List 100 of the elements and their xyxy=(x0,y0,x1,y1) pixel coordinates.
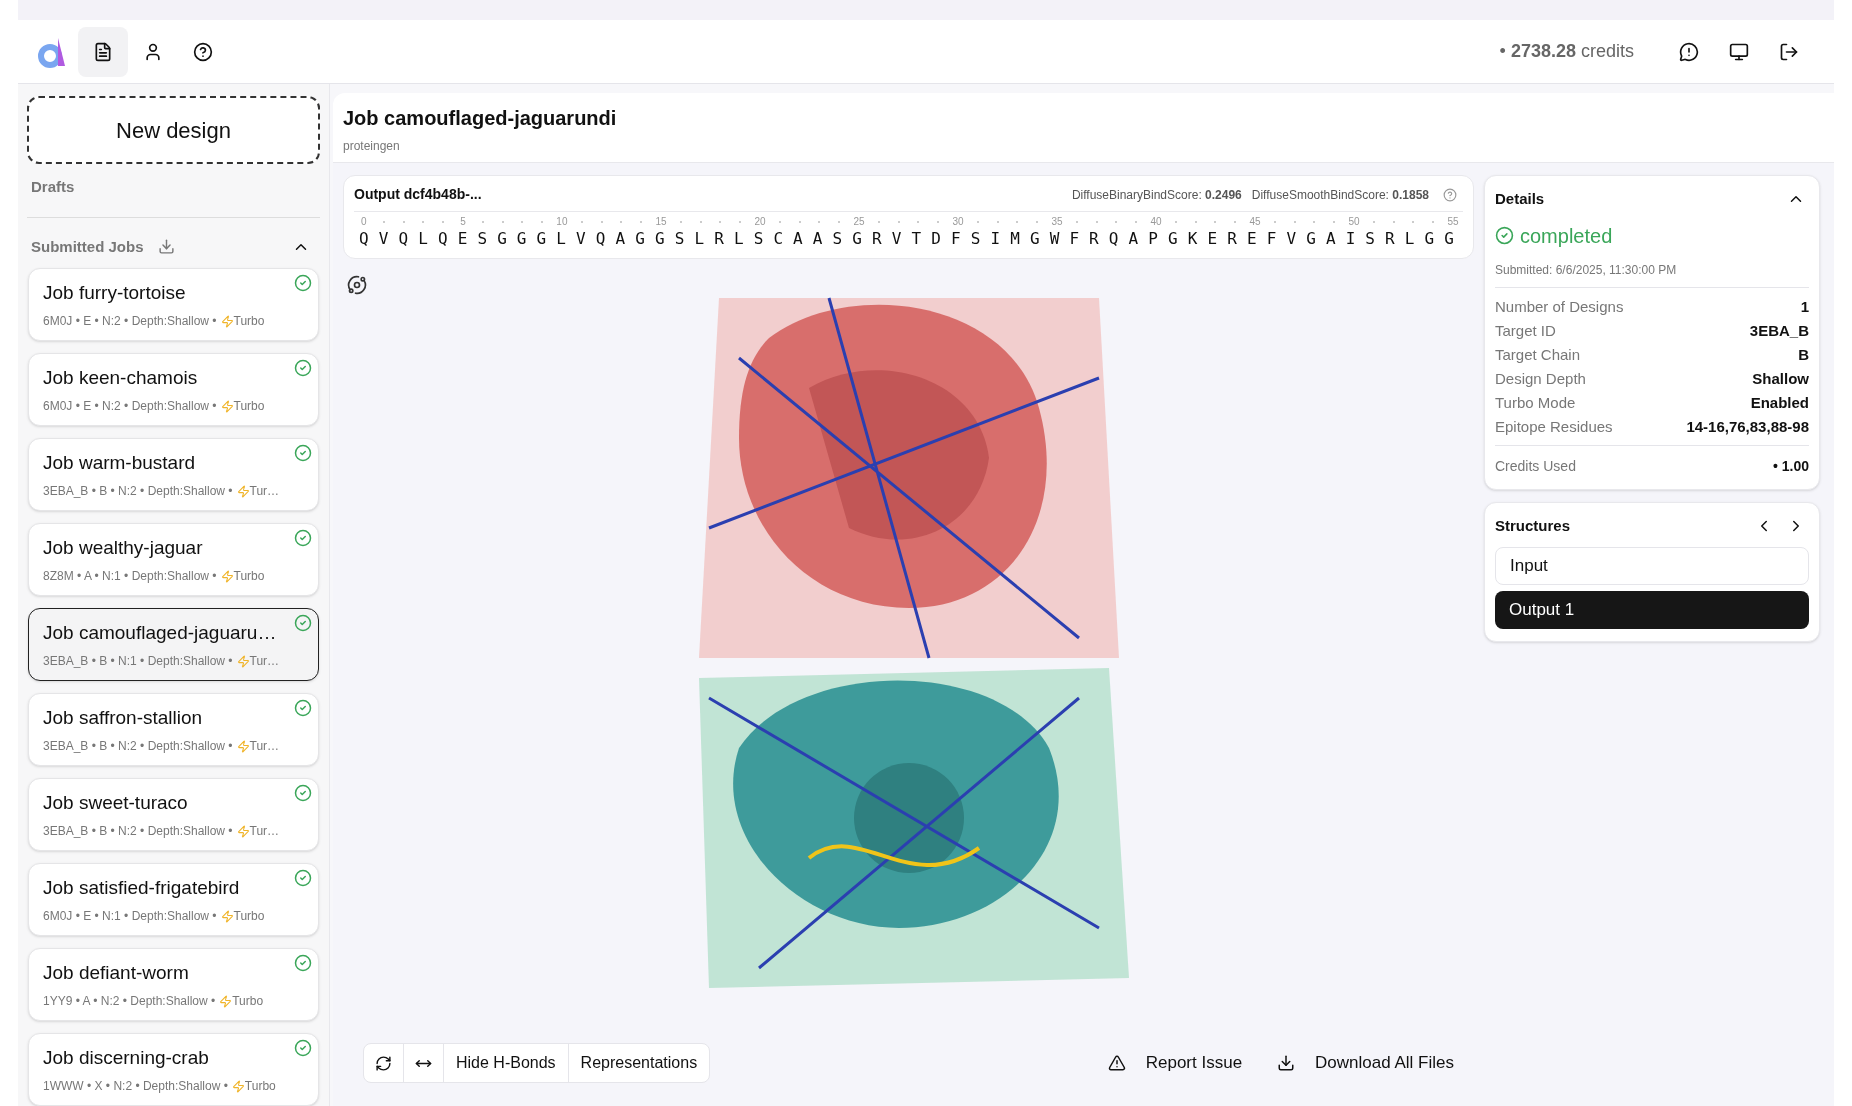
lightning-icon xyxy=(220,314,234,328)
check-icon xyxy=(294,869,312,887)
detail-label: Turbo Mode xyxy=(1495,392,1576,413)
check-icon xyxy=(294,529,312,547)
check-icon xyxy=(294,444,312,462)
download-icon[interactable] xyxy=(157,238,175,256)
job-card[interactable]: Job wealthy-jaguar 8Z8M • A • N:1 • Depth:Shallow • Turbo xyxy=(28,523,319,596)
refresh-icon xyxy=(375,1054,392,1072)
credits-balance: • 2738.28 credits xyxy=(1499,40,1634,63)
detail-value: 3EBA_B xyxy=(1749,320,1809,341)
job-card[interactable]: Job warm-bustard 3EBA_B • B • N:2 • Depth:Shallow • Tur… xyxy=(28,438,319,511)
toolbar-button[interactable]: Hide H-Bonds xyxy=(444,1044,569,1082)
action-button[interactable]: Download All Files xyxy=(1277,1050,1454,1076)
job-card[interactable]: Job saffron-stallion 3EBA_B • B • N:2 • Depth:Shallow • Tur… xyxy=(28,693,319,766)
job-meta: 3EBA_B • B • N:2 • Depth:Shallow • xyxy=(43,738,233,755)
job-meta: 6M0J • E • N:2 • Depth:Shallow • xyxy=(43,313,217,330)
job-meta: 1WWW • X • N:2 • Depth:Shallow • xyxy=(43,1078,228,1095)
turbo-label: Turbo xyxy=(244,1078,276,1095)
detail-label: Design Depth xyxy=(1495,368,1586,389)
output-title: Output dcf4b48b-... xyxy=(354,185,482,204)
section-title: Submitted Jobs xyxy=(31,236,144,257)
lightning-icon xyxy=(220,909,234,923)
sequence-text: QVQLQESGGGLVQAGGSLRLSCAASGRVTDFSIMGWFRQAPGKEREFVGAISRLGG xyxy=(358,228,1465,250)
detail-value: • 1.00 xyxy=(1772,456,1809,476)
check-icon xyxy=(1495,226,1514,245)
job-meta: 3EBA_B • B • N:2 • Depth:Shallow • xyxy=(43,483,233,500)
structure-item[interactable]: Output 1 xyxy=(1495,591,1809,629)
check-icon xyxy=(294,1039,312,1057)
ruler-number: 15 xyxy=(655,217,667,227)
ruler-number: 40 xyxy=(1150,217,1162,227)
warning-icon xyxy=(1107,1054,1126,1072)
lightning-icon xyxy=(236,739,250,753)
turbo-label: Tur… xyxy=(249,823,280,840)
check-icon xyxy=(294,274,312,292)
detail-label: Credits Used xyxy=(1495,456,1576,476)
ruler-number: 45 xyxy=(1249,217,1261,227)
job-title: Job sweet-turaco xyxy=(43,791,188,815)
ruler-number: 20 xyxy=(754,217,766,227)
lightning-icon xyxy=(236,824,250,838)
job-title: Job furry-tortoise xyxy=(43,281,186,305)
turbo-label: Turbo xyxy=(233,568,265,585)
job-meta: 6M0J • E • N:1 • Depth:Shallow • xyxy=(43,908,217,925)
toolbar-button[interactable]: Representations xyxy=(568,1044,710,1082)
new-design-button[interactable]: New design xyxy=(27,96,320,164)
turbo-label: Turbo xyxy=(232,993,264,1010)
job-card[interactable]: Job satisfied-frigatebird 6M0J • E • N:1 • Depth:Shallow • Turbo xyxy=(28,863,319,936)
job-title: Job defiant-worm xyxy=(43,961,189,985)
panel-title: Details xyxy=(1495,189,1545,209)
job-title: Job satisfied-frigatebird xyxy=(43,876,240,900)
document-icon[interactable] xyxy=(78,26,128,77)
job-title: Job saffron-stallion xyxy=(43,706,203,730)
job-subtitle: proteingen xyxy=(343,138,401,155)
action-button[interactable]: Report Issue xyxy=(1107,1050,1243,1076)
detail-label: Target Chain xyxy=(1495,344,1581,365)
job-title: Job wealthy-jaguar xyxy=(43,536,203,560)
ruler-number: 55 xyxy=(1447,217,1459,227)
ruler-number: 0 xyxy=(361,217,367,227)
job-card[interactable]: Job discerning-crab 1WWW • X • N:2 • Depth:Shallow • Turbo xyxy=(28,1033,319,1106)
ruler-number: 35 xyxy=(1051,217,1063,227)
lightning-icon xyxy=(220,399,234,413)
structure-item[interactable]: Input xyxy=(1495,547,1809,585)
lightning-icon xyxy=(236,484,250,498)
ruler-number: 30 xyxy=(952,217,964,227)
lightning-icon xyxy=(236,654,250,668)
job-meta: 6M0J • E • N:2 • Depth:Shallow • xyxy=(43,398,217,415)
job-card[interactable]: Job furry-tortoise 6M0J • E • N:2 • Depth:Shallow • Turbo xyxy=(28,268,319,341)
detail-value: B xyxy=(1798,344,1809,365)
detail-value: Shallow xyxy=(1752,368,1809,389)
detail-label: Epitope Residues xyxy=(1495,416,1613,437)
check-icon xyxy=(294,954,312,972)
job-card[interactable]: Job sweet-turaco 3EBA_B • B • N:2 • Depth:Shallow • Tur… xyxy=(28,778,319,851)
job-meta: 3EBA_B • B • N:1 • Depth:Shallow • xyxy=(43,653,233,670)
job-meta: 3EBA_B • B • N:2 • Depth:Shallow • xyxy=(43,823,233,840)
job-card[interactable]: Job defiant-worm 1YY9 • A • N:2 • Depth:Shallow • Turbo xyxy=(28,948,319,1021)
lightning-icon xyxy=(220,569,234,583)
check-icon xyxy=(294,784,312,802)
drafts-label: Drafts xyxy=(31,177,76,197)
status-label: completed xyxy=(1520,223,1613,249)
check-icon xyxy=(294,614,312,632)
download-icon xyxy=(1277,1054,1296,1072)
ruler-number: 5 xyxy=(460,217,466,227)
reset-view-icon[interactable] xyxy=(347,275,367,295)
submitted-date: Submitted: 6/6/2025, 11:30:00 PM xyxy=(1495,260,1809,288)
ruler-number: 10 xyxy=(556,217,568,227)
turbo-label: Turbo xyxy=(233,398,265,415)
job-card[interactable]: Job camouflaged-jaguaru… 3EBA_B • B • N:1 • Depth:Shallow • Tur… xyxy=(28,608,319,681)
turbo-label: Tur… xyxy=(249,653,280,670)
score-label: DiffuseBinaryBindScore: 0.2496 xyxy=(1071,186,1242,204)
detail-label: Number of Designs xyxy=(1495,296,1624,317)
job-title: Job keen-chamois xyxy=(43,366,198,390)
ruler-number: 50 xyxy=(1348,217,1360,227)
job-title: Job discerning-crab xyxy=(43,1046,209,1070)
job-meta: 1YY9 • A • N:2 • Depth:Shallow • xyxy=(43,993,216,1010)
job-card[interactable]: Job keen-chamois 6M0J • E • N:2 • Depth:Shallow • Turbo xyxy=(28,353,319,426)
turbo-label: Tur… xyxy=(249,738,280,755)
detail-value: 14-16,76,83,88-98 xyxy=(1686,416,1809,437)
ruler-number: 25 xyxy=(853,217,865,227)
turbo-label: Tur… xyxy=(249,483,280,500)
score-label: DiffuseSmoothBindScore: 0.1858 xyxy=(1251,186,1429,204)
detail-value: Enabled xyxy=(1750,392,1809,413)
